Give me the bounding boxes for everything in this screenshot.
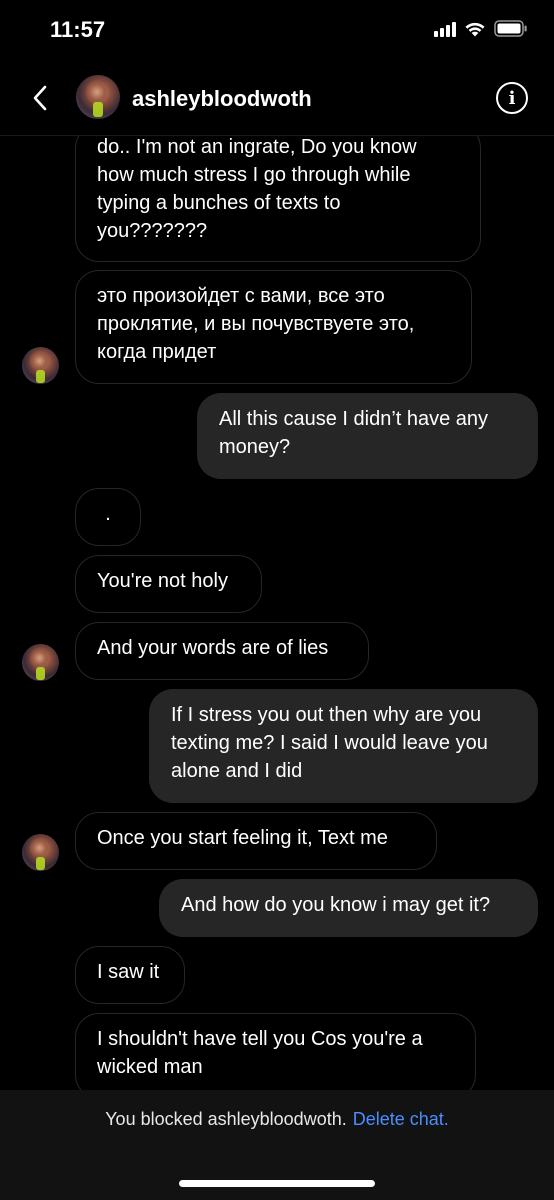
chevron-left-icon	[33, 85, 47, 111]
message-line: If I stress you out then why are you	[171, 704, 482, 726]
sender-avatar[interactable]	[22, 347, 59, 384]
message-bubble-outgoing[interactable]: And how do you know i may get it?	[159, 879, 538, 937]
message-bubble-incoming[interactable]: And your words are of lies	[75, 622, 369, 680]
delete-chat-link[interactable]: Delete chat.	[353, 1109, 449, 1129]
message-list[interactable]: do.. I'm not an ingrate, Do you know how…	[0, 136, 554, 1090]
chat-header: ashleybloodwoth i	[0, 62, 554, 136]
message-line: All this cause I didn’t have any	[219, 408, 489, 430]
sender-avatar[interactable]	[22, 644, 59, 681]
blocked-banner: You blocked ashleybloodwoth. Delete chat.	[0, 1090, 554, 1200]
cellular-signal-icon	[434, 21, 456, 37]
status-bar: 11:57	[0, 0, 554, 62]
blocked-label: You blocked ashleybloodwoth.	[105, 1109, 347, 1129]
header-username[interactable]: ashleybloodwoth	[132, 86, 312, 112]
message-bubble-incoming[interactable]: do.. I'm not an ingrate, Do you know how…	[75, 136, 481, 262]
message-bubble-incoming[interactable]: I saw it	[75, 946, 185, 1004]
sender-avatar[interactable]	[22, 834, 59, 871]
message-line: wicked man	[97, 1056, 203, 1078]
message-line: You're not holy	[97, 570, 228, 592]
message-line: это произойдет с вами, все это	[97, 285, 385, 307]
back-button[interactable]	[22, 80, 58, 116]
message-line: проклятие, и вы почувствуете это,	[97, 313, 415, 335]
battery-icon	[494, 20, 528, 37]
message-line: And your words are of lies	[97, 637, 329, 659]
message-line: texting me? I said I would leave you	[171, 732, 488, 754]
message-line: I shouldn't have tell you Cos you're a	[97, 1028, 423, 1050]
blocked-message: You blocked ashleybloodwoth. Delete chat.	[0, 1109, 554, 1130]
message-line: And how do you know i may get it?	[181, 894, 491, 916]
home-indicator[interactable]	[179, 1180, 375, 1187]
message-line: money?	[219, 436, 291, 458]
message-bubble-outgoing[interactable]: If I stress you out then why are you tex…	[149, 689, 538, 803]
status-time: 11:57	[50, 17, 106, 42]
message-line: когда придет	[97, 341, 217, 363]
message-line: alone and I did	[171, 760, 303, 782]
message-bubble-outgoing[interactable]: All this cause I didn’t have any money?	[197, 393, 538, 479]
message-line: you???????	[97, 220, 208, 242]
info-icon: i	[508, 87, 516, 109]
message-bubble-incoming[interactable]: You're not holy	[75, 555, 262, 613]
info-button[interactable]: i	[496, 82, 528, 114]
message-line: do.. I'm not an ingrate, Do you know	[97, 136, 417, 158]
status-icons	[434, 20, 528, 37]
wifi-icon	[464, 21, 486, 37]
message-bubble-incoming[interactable]: .	[75, 488, 141, 546]
header-avatar[interactable]	[76, 75, 120, 119]
message-line: .	[105, 503, 111, 525]
message-line: I saw it	[97, 961, 160, 983]
message-line: Once you start feeling it, Text me	[97, 827, 388, 849]
message-bubble-incoming[interactable]: I shouldn't have tell you Cos you're a w…	[75, 1013, 476, 1090]
message-line: typing a bunches of texts to	[97, 192, 341, 214]
message-bubble-incoming[interactable]: Once you start feeling it, Text me	[75, 812, 437, 870]
message-line: how much stress I go through while	[97, 164, 411, 186]
message-bubble-incoming[interactable]: это произойдет с вами, все это проклятие…	[75, 270, 472, 384]
